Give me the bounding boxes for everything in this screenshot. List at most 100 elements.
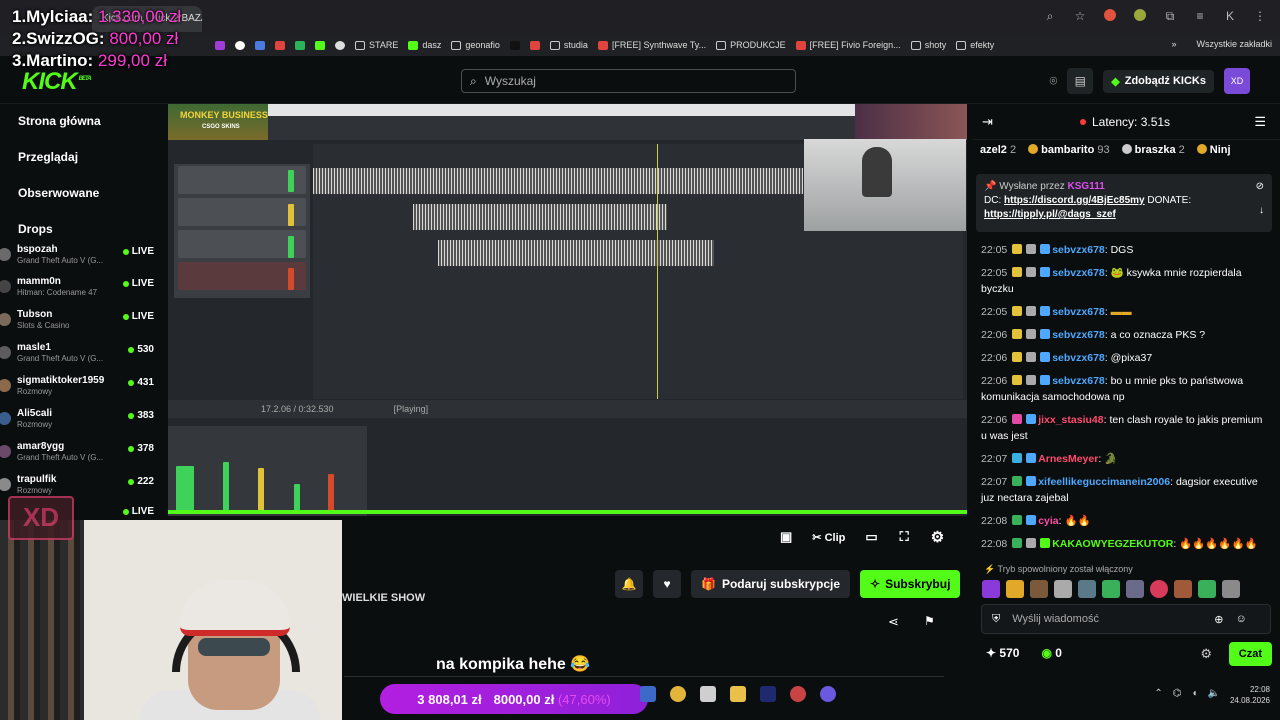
collapse-chat-icon[interactable]: ⇥ (982, 114, 993, 130)
app-icon[interactable] (790, 686, 806, 702)
mic-icon[interactable]: ◖ (1192, 688, 1198, 699)
chat-input-box[interactable]: ⛨ ⊕ ☺ (981, 604, 1271, 634)
gifter[interactable]: braszka 2 (1121, 144, 1185, 156)
discord-link[interactable]: https://discord.gg/4BjEc85my (1004, 195, 1145, 206)
clip-button[interactable]: ✂ Clip (812, 531, 845, 544)
notifications-icon[interactable]: ⌾ (1049, 73, 1057, 89)
menu-icon[interactable]: ⋮ (1252, 9, 1268, 24)
premiere-icon[interactable] (760, 686, 776, 702)
bookmark[interactable] (235, 40, 245, 50)
extension-icon[interactable] (1132, 9, 1148, 24)
sidebar-channel[interactable]: mamm0n Hitman: Codename 47 LIVE (0, 275, 162, 308)
gifter[interactable]: azel2 2 (980, 144, 1016, 156)
emote[interactable] (1198, 580, 1216, 598)
steam-icon[interactable] (640, 686, 656, 702)
sidebar-channel[interactable]: bspozah Grand Theft Auto V (G... LIVE (0, 243, 162, 276)
emote[interactable] (1150, 580, 1168, 598)
chat-input[interactable] (1012, 613, 1203, 625)
bookmark-studia[interactable]: studia (549, 40, 588, 50)
tipply-link[interactable]: https://tipply.pl/@dags_szef (984, 209, 1116, 220)
emote[interactable] (1030, 580, 1048, 598)
bookmark-efekty[interactable]: efekty (956, 40, 994, 50)
video-progress[interactable] (168, 510, 967, 514)
bookmark[interactable] (315, 40, 325, 50)
unpin-icon[interactable]: ⊘ (1256, 180, 1264, 194)
get-kicks-button[interactable]: ◆ Zdobądź KICKs (1103, 69, 1214, 93)
channel-points[interactable]: ◉ 0 (1041, 646, 1062, 660)
sidebar-channel[interactable]: Tubson Slots & Casino LIVE (0, 308, 162, 341)
emote[interactable] (1078, 580, 1096, 598)
nav-following[interactable]: Obserwowane (18, 186, 99, 200)
video-player[interactable]: MONKEY BUSINESS CSGO SKINS 17.2.06 / 0:32… (168, 104, 967, 516)
sidebar-channel[interactable]: masle1 Grand Theft Auto V (G... 530 (0, 341, 162, 374)
zoom-icon[interactable]: ⌕ (1042, 9, 1058, 24)
network-icon[interactable]: ⌬ (1173, 688, 1182, 699)
bookmark-produkcje[interactable]: PRODUKCJE (716, 40, 786, 50)
chat-settings-icon[interactable]: ⚙ (1200, 646, 1212, 662)
system-clock[interactable]: 22:08 24.08.2026 (1230, 684, 1270, 706)
extension-icon[interactable] (1102, 9, 1118, 24)
emote[interactable] (1006, 580, 1024, 598)
media-icon[interactable]: ≡ (1192, 9, 1208, 24)
bookmark-stare[interactable]: STARE (355, 40, 398, 50)
emote[interactable] (982, 580, 1000, 598)
sidebar-channel[interactable]: Ali5cali Rozmowy 383 (0, 407, 162, 440)
app-icon[interactable] (700, 686, 716, 702)
bookmark-geonafio[interactable]: geonafio (451, 40, 500, 50)
nav-browse[interactable]: Przeglądaj (18, 150, 78, 164)
gifter[interactable]: Ninj (1196, 144, 1231, 156)
chat-users-icon[interactable]: ☰ (1254, 114, 1266, 130)
gifter[interactable]: bambarito 93 (1028, 144, 1110, 156)
all-bookmarks[interactable]: » Wszystkie zakładki (1171, 39, 1272, 49)
bookmark[interactable] (255, 40, 265, 50)
speaker-icon[interactable]: 🔈 (1208, 688, 1220, 699)
emote[interactable] (1126, 580, 1144, 598)
emote[interactable] (1102, 580, 1120, 598)
emote[interactable] (1222, 580, 1240, 598)
shield-icon[interactable]: ⛨ (992, 613, 1000, 626)
bookmark[interactable] (215, 40, 225, 50)
bookmark[interactable] (275, 40, 285, 50)
bookmark[interactable] (335, 40, 345, 50)
emote[interactable] (1174, 580, 1192, 598)
user-avatar[interactable]: XD (1224, 68, 1250, 94)
chevron-up-icon[interactable]: ⌃ (1154, 688, 1162, 699)
follow-heart-icon[interactable]: ♥ (653, 570, 681, 598)
bookmark-dasz[interactable]: dasz (408, 40, 441, 50)
search-box[interactable]: ⌕ (461, 69, 796, 93)
gift-sub-button[interactable]: 🎁 Podaruj subskrypcje (691, 570, 850, 598)
sidebar-channel[interactable]: amar8ygg Grand Theft Auto V (G... 378 (0, 440, 162, 473)
discord-icon[interactable] (820, 686, 836, 702)
kick-emote-icon[interactable]: ⊕ (1214, 613, 1223, 626)
notification-bell-icon[interactable]: 🔔 (615, 570, 643, 598)
bookmark[interactable] (509, 40, 520, 50)
expand-icon[interactable]: ↓ (1259, 204, 1264, 218)
bookmark[interactable] (295, 40, 305, 50)
search-input[interactable] (484, 74, 765, 88)
send-chat-button[interactable]: Czat (1228, 642, 1272, 666)
emoji-icon[interactable]: ☺ (1235, 613, 1246, 625)
report-icon[interactable]: ⚑ (924, 614, 935, 628)
chrome-icon[interactable] (670, 686, 686, 702)
nav-home[interactable]: Strona główna (18, 114, 101, 128)
profile-icon[interactable]: K (1222, 9, 1238, 24)
puzzle-icon[interactable]: ⧉ (1162, 9, 1178, 24)
bookmark-shoty[interactable]: shoty (910, 40, 946, 50)
kicks-balance[interactable]: ✦ 570 (986, 646, 1019, 660)
folder-icon[interactable] (730, 686, 746, 702)
fullscreen-icon[interactable]: ⛶ (900, 529, 909, 545)
star-icon[interactable]: ☆ (1072, 9, 1088, 24)
theater-mode-icon[interactable]: ▣ (780, 529, 792, 545)
miniplayer-icon[interactable]: ▭ (865, 529, 877, 545)
sidebar-channel[interactable]: sigmatiktoker1959 Rozmowy 431 (0, 374, 162, 407)
emote[interactable] (1054, 580, 1072, 598)
bookmark-fivio[interactable]: [FREE] Fivio Foreign... (795, 40, 901, 50)
kick-logo[interactable]: KICK BETA (22, 68, 92, 96)
subscribe-button[interactable]: ✧ Subskrybuj (860, 570, 961, 598)
settings-icon[interactable]: ⚙ (931, 528, 944, 546)
share-icon[interactable]: ⋖ (888, 614, 899, 630)
bookmark-synthwave[interactable]: [FREE] Synthwave Ty... (597, 40, 706, 50)
nav-drops[interactable]: Drops (18, 222, 53, 236)
bookmark[interactable] (529, 40, 540, 50)
wallet-icon[interactable]: ▤ (1067, 68, 1094, 94)
